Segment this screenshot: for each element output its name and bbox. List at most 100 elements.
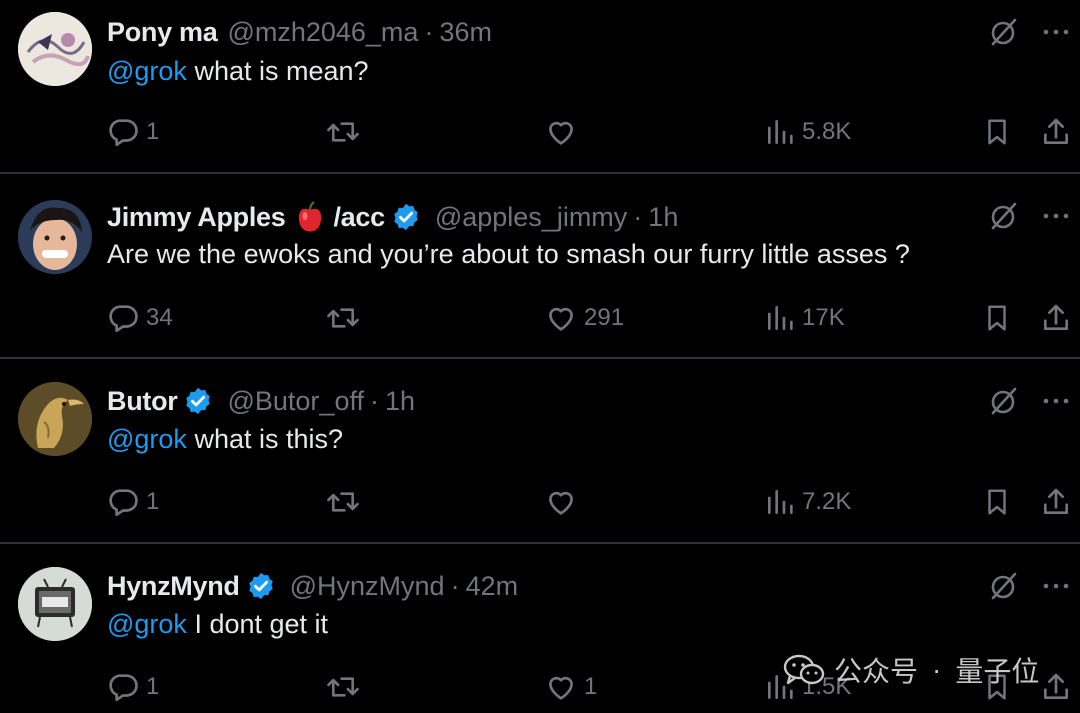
like-icon xyxy=(549,491,573,515)
action-bar: 1 5.8K xyxy=(0,110,1080,154)
divider xyxy=(0,542,1080,544)
timestamp[interactable]: 1h xyxy=(648,202,678,233)
more-icon[interactable] xyxy=(1040,570,1072,602)
views-button[interactable]: 5.8K xyxy=(764,110,851,154)
view-count: 17K xyxy=(802,304,845,331)
bookmark-button[interactable] xyxy=(982,480,1012,524)
verified-icon xyxy=(391,202,421,232)
reply-count: 1 xyxy=(146,488,160,515)
tweet[interactable]: Butor @Butor_off · 1h @grok what is this… xyxy=(0,369,1080,541)
like-count: 1 xyxy=(584,673,598,700)
divider xyxy=(0,172,1080,174)
share-button[interactable] xyxy=(1040,110,1072,154)
tweet[interactable]: Jimmy Apples /acc @apples_jimmy · 1h Are… xyxy=(0,184,1080,356)
reply-button[interactable]: 1 xyxy=(106,110,159,154)
timestamp[interactable]: 42m xyxy=(466,571,519,602)
view-count: 5.8K xyxy=(802,118,852,145)
tweet-header: Butor @Butor_off · 1h xyxy=(107,381,415,421)
timestamp[interactable]: 36m xyxy=(439,17,492,48)
timestamp[interactable]: 1h xyxy=(385,386,415,417)
avatar[interactable] xyxy=(18,12,92,86)
tweet-header: HynzMynd @HynzMynd · 42m xyxy=(107,566,518,606)
retweet-button[interactable] xyxy=(325,480,361,524)
avatar[interactable] xyxy=(18,200,92,274)
retweet-button[interactable] xyxy=(325,296,361,340)
more-icon[interactable] xyxy=(1040,385,1072,417)
grok-icon[interactable] xyxy=(988,570,1020,607)
apple-icon xyxy=(295,201,325,233)
verified-icon xyxy=(246,571,276,601)
mention-link[interactable]: @grok xyxy=(107,56,187,86)
more-icon[interactable] xyxy=(1040,16,1072,48)
author-name[interactable]: Pony ma xyxy=(107,17,218,48)
author-handle[interactable]: @apples_jimmy xyxy=(435,202,627,233)
share-button[interactable] xyxy=(1040,480,1072,524)
views-icon xyxy=(768,120,793,144)
reply-button[interactable]: 34 xyxy=(106,296,173,340)
tweet-text-content: I dont get it xyxy=(186,609,329,639)
divider xyxy=(0,357,1080,359)
author-name[interactable]: Jimmy Apples xyxy=(107,202,286,233)
more-icon[interactable] xyxy=(1040,200,1072,232)
views-button[interactable]: 17K xyxy=(764,296,845,340)
like-button[interactable] xyxy=(544,110,584,154)
like-icon xyxy=(549,307,573,331)
watermark-dot: · xyxy=(932,654,942,685)
author-name-suffix[interactable]: /acc xyxy=(333,202,385,233)
separator-dot: · xyxy=(450,570,460,601)
reply-icon xyxy=(109,119,138,147)
action-bar: 34 291 17K xyxy=(0,296,1080,340)
avatar[interactable] xyxy=(18,567,92,641)
grok-icon[interactable] xyxy=(988,16,1020,53)
tweet-text-content: what is this? xyxy=(186,424,344,454)
like-button[interactable]: 291 xyxy=(544,296,624,340)
action-bar: 1 7.2K xyxy=(0,480,1080,524)
share-button[interactable] xyxy=(1040,296,1072,340)
watermark-brand: 量子位 xyxy=(955,656,1040,687)
bookmark-button[interactable] xyxy=(982,296,1012,340)
like-count: 291 xyxy=(584,304,625,331)
watermark: 公众号 · 量子位 xyxy=(782,650,1039,690)
tweet-text-content: what is mean? xyxy=(186,56,369,86)
separator-dot: · xyxy=(424,16,434,47)
like-button[interactable] xyxy=(544,480,584,524)
reply-button[interactable]: 1 xyxy=(106,665,159,709)
like-icon xyxy=(549,676,573,700)
mention-link[interactable]: @grok xyxy=(107,609,187,639)
author-handle[interactable]: @Butor_off xyxy=(227,386,364,417)
author-handle[interactable]: @HynzMynd xyxy=(290,571,445,602)
tweet-header: Pony ma @mzh2046_ma · 36m xyxy=(107,12,492,52)
tweet-text-content: Are we the ewoks and you’re about to sma… xyxy=(107,239,910,269)
mention-link[interactable]: @grok xyxy=(107,424,187,454)
reply-count: 1 xyxy=(146,673,160,700)
author-name[interactable]: Butor xyxy=(107,386,178,417)
bookmark-icon xyxy=(988,489,1006,515)
separator-dot: · xyxy=(369,385,379,416)
separator-dot: · xyxy=(633,201,643,232)
view-count: 7.2K xyxy=(802,488,852,515)
wechat-icon xyxy=(783,654,825,685)
grok-icon[interactable] xyxy=(988,200,1020,237)
author-handle[interactable]: @mzh2046_ma xyxy=(227,17,418,48)
share-icon xyxy=(1044,304,1068,330)
watermark-label: 公众号 xyxy=(834,656,919,687)
retweet-icon xyxy=(327,677,359,697)
retweet-button[interactable] xyxy=(325,110,361,154)
share-button[interactable] xyxy=(1040,665,1072,709)
like-button[interactable]: 1 xyxy=(544,665,597,709)
grok-icon[interactable] xyxy=(988,385,1020,422)
avatar[interactable] xyxy=(18,382,92,456)
share-icon xyxy=(1044,118,1068,144)
bookmark-icon xyxy=(988,305,1006,331)
retweet-icon xyxy=(327,492,359,512)
tweet-text: @grok what is this? xyxy=(107,424,343,455)
like-icon xyxy=(549,121,573,145)
retweet-button[interactable] xyxy=(325,665,361,709)
author-name[interactable]: HynzMynd xyxy=(107,571,240,602)
bookmark-button[interactable] xyxy=(982,110,1012,154)
tweet[interactable]: Pony ma @mzh2046_ma · 36m @grok what is … xyxy=(0,0,1080,172)
reply-button[interactable]: 1 xyxy=(106,480,159,524)
tweet-text: @grok I dont get it xyxy=(107,609,328,640)
tweet-text: @grok what is mean? xyxy=(107,56,369,87)
views-button[interactable]: 7.2K xyxy=(764,480,851,524)
